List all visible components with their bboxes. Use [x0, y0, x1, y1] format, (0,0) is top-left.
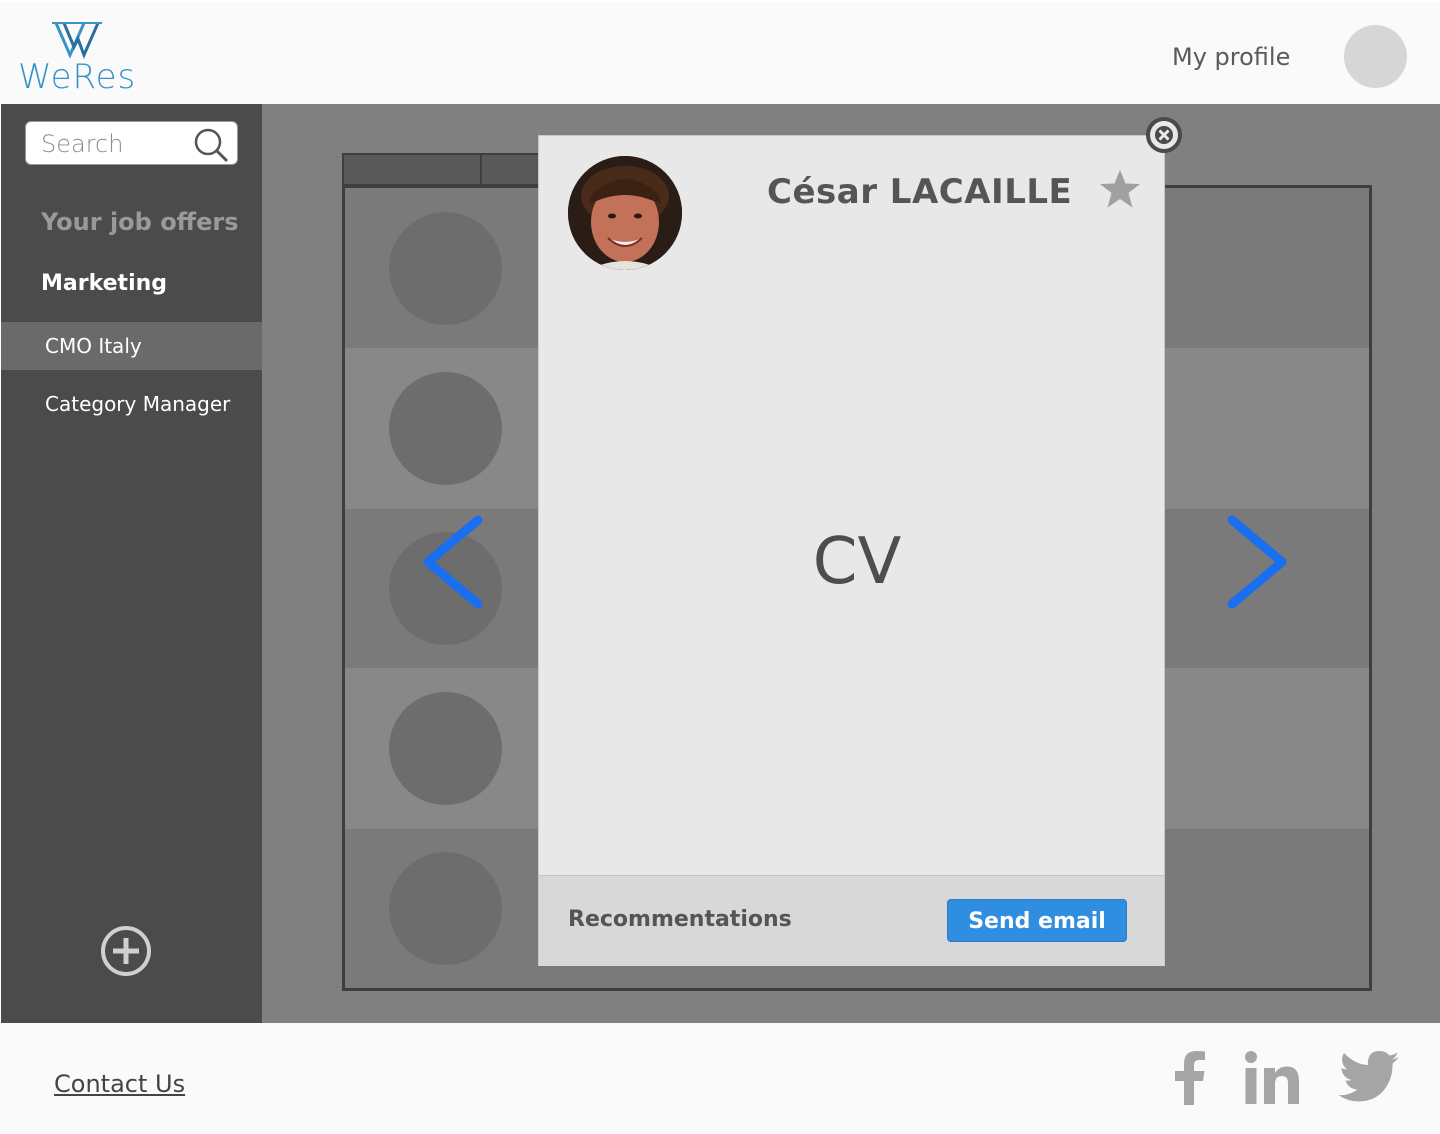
sidebar-title: Your job offers — [41, 208, 239, 236]
cv-placeholder: CV — [812, 525, 902, 599]
twitter-icon[interactable] — [1338, 1051, 1400, 1105]
avatar — [389, 212, 502, 325]
previous-arrow-icon[interactable] — [408, 512, 488, 612]
favorite-star-icon[interactable] — [1098, 168, 1142, 210]
send-email-button[interactable]: Send email — [947, 899, 1127, 942]
app-header: WeRes My profile — [0, 3, 1440, 104]
logo-w-icon — [52, 22, 102, 59]
tab-bar — [342, 153, 560, 186]
recommendations-link[interactable]: Recommentations — [568, 905, 792, 935]
close-icon[interactable] — [1145, 116, 1183, 154]
candidate-photo — [568, 156, 682, 270]
logo-text: WeRes — [18, 57, 137, 97]
sidebar-item-category-manager[interactable]: Category Manager — [1, 380, 262, 428]
user-avatar[interactable] — [1344, 25, 1407, 88]
add-icon[interactable] — [99, 924, 153, 978]
linkedin-icon[interactable] — [1244, 1051, 1300, 1105]
avatar — [389, 692, 502, 805]
contact-us-link[interactable]: Contact Us — [54, 1069, 185, 1099]
app-footer: Contact Us — [0, 1023, 1440, 1134]
next-arrow-icon[interactable] — [1222, 512, 1302, 612]
search-placeholder: Search — [41, 130, 124, 158]
sidebar-item-cmo-italy[interactable]: CMO Italy — [1, 322, 262, 370]
my-profile-link[interactable]: My profile — [1172, 41, 1290, 73]
candidate-modal: César LACAILLE CV Recommentations Send e… — [538, 135, 1165, 966]
candidate-photo-image — [568, 156, 682, 270]
candidate-name: César LACAILLE — [767, 172, 1073, 212]
facebook-icon[interactable] — [1172, 1051, 1208, 1105]
tab-1[interactable] — [342, 153, 482, 186]
sidebar-section-marketing[interactable]: Marketing — [41, 269, 167, 299]
avatar — [389, 372, 502, 485]
search-input[interactable]: Search — [25, 121, 238, 165]
modal-footer: Recommentations Send email — [539, 875, 1164, 966]
avatar — [389, 852, 502, 965]
search-icon[interactable] — [192, 126, 230, 164]
sidebar: Search Your job offers Marketing CMO Ita… — [1, 104, 262, 1023]
